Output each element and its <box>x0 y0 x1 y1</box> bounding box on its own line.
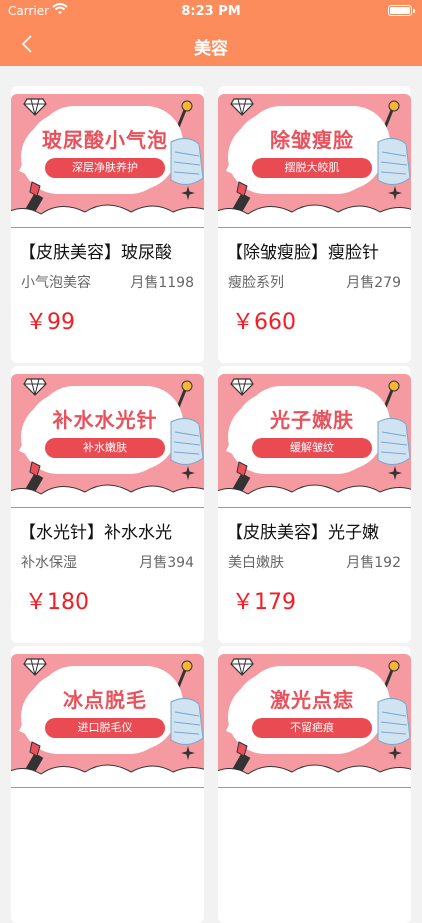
banner-tag: 摆脱大皎肌 <box>252 158 372 178</box>
product-card[interactable]: 光子嫩肤 缓解皱纹 【皮肤美容】光子嫩 美白嫩肤 月售192 ￥179 <box>218 366 411 643</box>
face-mask-icon <box>170 418 204 465</box>
magic-wand-icon <box>175 100 193 131</box>
banner-tag: 深层净肤养护 <box>45 158 165 178</box>
banner-title: 激光点痣 <box>270 688 354 712</box>
monthly-sales: 月售394 <box>139 555 194 571</box>
product-banner: 除皱瘦脸 摆脱大皎肌 <box>218 94 411 228</box>
banner-tag: 不留疤痕 <box>252 718 372 738</box>
monthly-sales: 月售1198 <box>130 275 194 291</box>
product-subtitle: 补水保湿 <box>21 555 77 571</box>
product-price: ￥179 <box>232 590 296 615</box>
monthly-sales: 月售192 <box>346 555 401 571</box>
banner-title: 除皱瘦脸 <box>270 128 354 152</box>
cloud-decoration <box>11 764 204 788</box>
diamond-icon <box>230 98 254 116</box>
cloud-decoration <box>218 484 411 508</box>
page-title: 美容 <box>194 39 228 59</box>
diamond-icon <box>23 658 47 676</box>
product-subtitle: 小气泡美容 <box>21 275 91 291</box>
cloud-decoration <box>218 764 411 788</box>
diamond-icon <box>23 378 47 396</box>
cloud-decoration <box>218 204 411 228</box>
product-card[interactable]: 补水水光针 补水嫩肤 【水光针】补水水光 补水保湿 月售394 ￥180 <box>11 366 204 643</box>
product-card[interactable]: 玻尿酸小气泡 深层净肤养护 【皮肤美容】玻尿酸 小气泡美容 月售1198 ￥99 <box>11 86 204 363</box>
face-mask-icon <box>377 698 411 745</box>
banner-title: 玻尿酸小气泡 <box>42 128 168 152</box>
cloud-decoration <box>11 204 204 228</box>
clock: 8:23 PM <box>181 4 241 19</box>
product-name: 【水光针】补水水光 <box>19 523 172 543</box>
product-card[interactable]: 激光点痣 不留疤痕 <box>218 646 411 923</box>
product-banner: 冰点脱毛 进口脱毛仪 <box>11 654 204 788</box>
magic-wand-icon <box>175 660 193 691</box>
product-banner: 光子嫩肤 缓解皱纹 <box>218 374 411 508</box>
banner-tag: 补水嫩肤 <box>45 438 165 458</box>
product-banner: 玻尿酸小气泡 深层净肤养护 <box>11 94 204 228</box>
magic-wand-icon <box>175 380 193 411</box>
diamond-icon <box>23 98 47 116</box>
cloud-decoration <box>11 484 204 508</box>
product-banner: 激光点痣 不留疤痕 <box>218 654 411 788</box>
product-banner: 补水水光针 补水嫩肤 <box>11 374 204 508</box>
product-name: 【除皱瘦脸】瘦脸针 <box>226 243 379 263</box>
face-mask-icon <box>170 698 204 745</box>
product-card[interactable]: 冰点脱毛 进口脱毛仪 <box>11 646 204 923</box>
product-price: ￥180 <box>25 590 89 615</box>
app-header: Carrier 8:23 PM 美容 <box>0 0 422 66</box>
product-subtitle: 美白嫩肤 <box>228 555 284 571</box>
product-card[interactable]: 除皱瘦脸 摆脱大皎肌 【除皱瘦脸】瘦脸针 瘦脸系列 月售279 ￥660 <box>218 86 411 363</box>
diamond-icon <box>230 658 254 676</box>
product-subtitle: 瘦脸系列 <box>228 275 284 291</box>
banner-title: 光子嫩肤 <box>270 408 354 432</box>
status-bar: Carrier 8:23 PM <box>0 0 422 22</box>
banner-tag: 进口脱毛仪 <box>45 718 165 738</box>
magic-wand-icon <box>382 380 400 411</box>
magic-wand-icon <box>382 100 400 131</box>
face-mask-icon <box>377 418 411 465</box>
face-mask-icon <box>170 138 204 185</box>
banner-title: 补水水光针 <box>52 408 158 432</box>
diamond-icon <box>230 378 254 396</box>
nav-bar: 美容 <box>0 22 422 66</box>
monthly-sales: 月售279 <box>346 275 401 291</box>
product-name: 【皮肤美容】光子嫩 <box>226 523 379 543</box>
product-price: ￥660 <box>232 310 296 335</box>
product-name: 【皮肤美容】玻尿酸 <box>19 243 172 263</box>
magic-wand-icon <box>382 660 400 691</box>
product-price: ￥99 <box>25 310 75 335</box>
banner-tag: 缓解皱纹 <box>252 438 372 458</box>
banner-title: 冰点脱毛 <box>63 688 147 712</box>
face-mask-icon <box>377 138 411 185</box>
battery-icon <box>388 5 415 16</box>
